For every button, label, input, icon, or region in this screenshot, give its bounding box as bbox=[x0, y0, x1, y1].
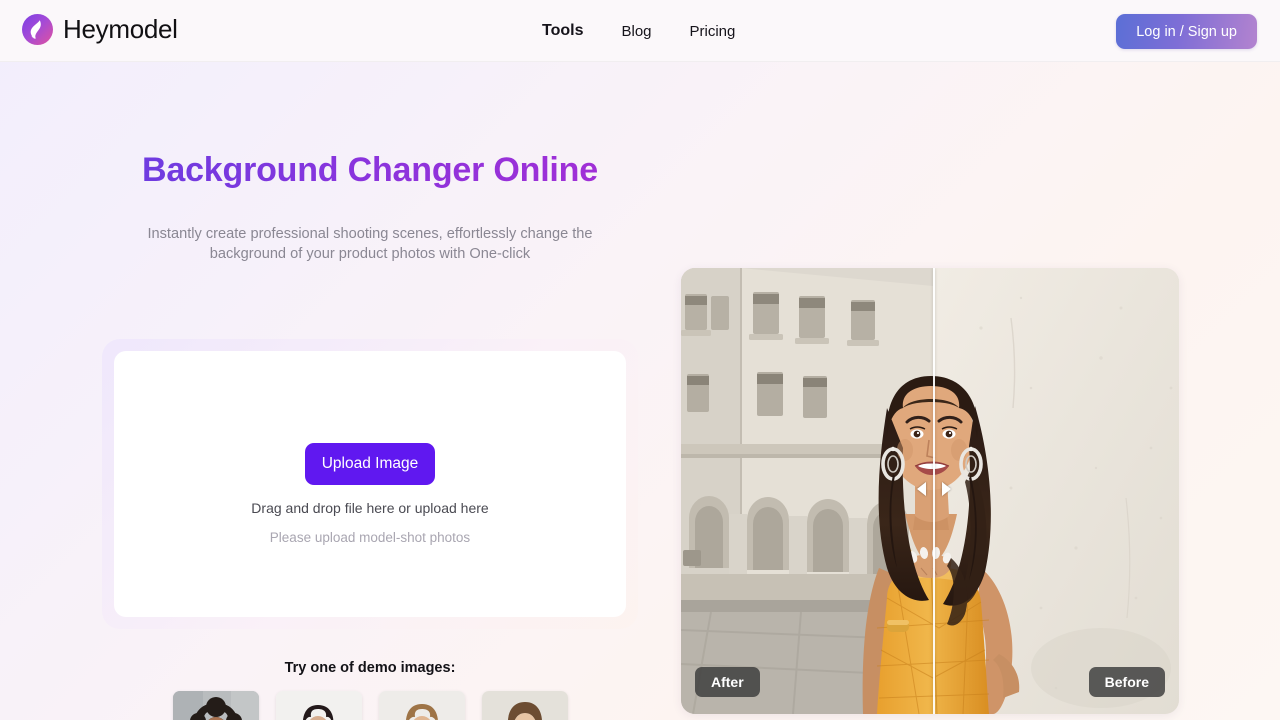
before-label: Before bbox=[1088, 667, 1165, 697]
left-right-arrows-icon[interactable] bbox=[917, 480, 951, 498]
demo-thumb-3[interactable] bbox=[379, 691, 465, 720]
page-body: Background Changer Online Instantly crea… bbox=[0, 62, 1280, 720]
format-hint-text: Please upload model-shot photos bbox=[269, 530, 471, 545]
demo-thumb-1[interactable] bbox=[173, 691, 259, 720]
nav-item-pricing[interactable]: Pricing bbox=[688, 19, 738, 44]
drop-hint-text: Drag and drop file here or upload here bbox=[251, 500, 489, 516]
upload-dropzone[interactable]: Upload Image Drag and drop file here or … bbox=[114, 351, 626, 617]
demo-images-title: Try one of demo images: bbox=[284, 660, 456, 676]
after-label: After bbox=[695, 667, 760, 697]
nav-item-blog[interactable]: Blog bbox=[619, 19, 653, 44]
heymodel-flame-logo-icon bbox=[22, 14, 53, 45]
brand-logo-link[interactable]: Heymodel bbox=[22, 14, 178, 45]
main-nav: Tools Blog Pricing bbox=[540, 0, 737, 62]
upload-image-button[interactable]: Upload Image bbox=[305, 443, 435, 485]
demo-thumbnail-strip bbox=[173, 691, 568, 720]
upload-card-frame: Upload Image Drag and drop file here or … bbox=[102, 339, 638, 629]
demo-thumb-4[interactable] bbox=[482, 691, 568, 720]
arrow-left-icon bbox=[917, 482, 926, 496]
top-header: Heymodel Tools Blog Pricing Log in / Sig… bbox=[0, 0, 1280, 62]
demo-thumb-2[interactable] bbox=[276, 691, 362, 720]
left-column: Background Changer Online Instantly crea… bbox=[0, 62, 640, 720]
page-subtitle: Instantly create professional shooting s… bbox=[147, 226, 593, 262]
nav-item-tools[interactable]: Tools bbox=[540, 18, 585, 44]
brand-name: Heymodel bbox=[63, 14, 178, 44]
arrow-right-icon bbox=[942, 482, 951, 496]
before-after-comparison[interactable]: After Before bbox=[681, 268, 1179, 714]
login-signup-button[interactable]: Log in / Sign up bbox=[1116, 14, 1257, 49]
page-title: Background Changer Online bbox=[132, 150, 608, 190]
